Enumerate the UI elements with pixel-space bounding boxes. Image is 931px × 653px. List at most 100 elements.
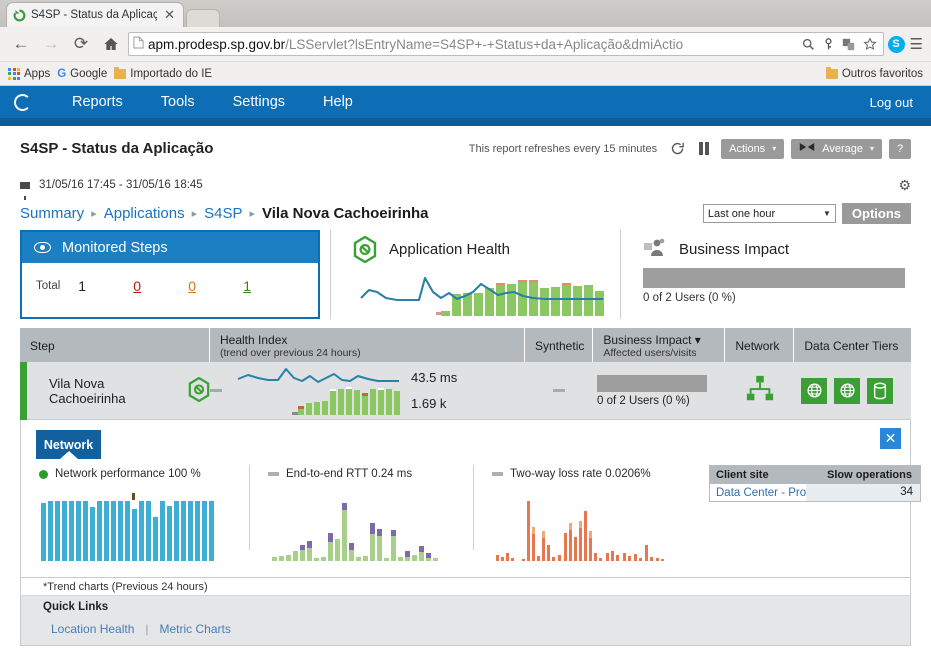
- client-site-row[interactable]: Data Center - Pro... 34: [710, 484, 920, 501]
- tab-strip: S4SP - Status da Aplicaçã ✕: [0, 0, 931, 27]
- reload-button[interactable]: ⟳: [68, 31, 94, 57]
- close-panel-button[interactable]: ✕: [880, 428, 901, 449]
- row-health-sparkline: [237, 367, 400, 415]
- new-tab-button[interactable]: [186, 9, 220, 27]
- help-button[interactable]: ?: [889, 138, 911, 159]
- cell-network[interactable]: [725, 362, 794, 420]
- apps-grid-icon: [8, 67, 20, 80]
- extension-icon[interactable]: [840, 38, 857, 51]
- nav-help[interactable]: Help: [304, 86, 372, 118]
- breadcrumb-current: Vila Nova Cachoeirinha: [262, 205, 429, 222]
- options-button[interactable]: Options: [841, 203, 911, 224]
- metric-rtt: End-to-end RTT 0.24 ms: [249, 465, 473, 561]
- close-icon[interactable]: ✕: [162, 7, 177, 23]
- actions-button[interactable]: Actions ▾: [721, 138, 785, 159]
- database-icon[interactable]: [867, 377, 893, 404]
- page-title: S4SP - Status da Aplicação: [20, 140, 214, 157]
- cell-data-center-tiers: [794, 362, 911, 420]
- google-g-icon: G: [57, 67, 67, 80]
- quick-links-separator: |: [145, 622, 149, 636]
- google-bookmark[interactable]: G Google: [57, 68, 107, 80]
- column-health-label: Health Index: [220, 332, 288, 347]
- filter-funnel-icon[interactable]: [20, 181, 30, 200]
- ok-count[interactable]: 1: [243, 278, 298, 294]
- app-logo-icon: [14, 93, 31, 111]
- business-impact-header: Business Impact: [643, 230, 911, 268]
- client-site-name[interactable]: Data Center - Pro...: [710, 487, 806, 499]
- application-health-chart: [353, 268, 620, 319]
- importado-bookmark-folder[interactable]: Importado do IE: [114, 66, 212, 80]
- warning-count[interactable]: 0: [188, 278, 243, 294]
- tab-title: S4SP - Status da Aplicaçã: [31, 9, 158, 21]
- business-impact-title: Business Impact: [679, 240, 790, 258]
- network-detail-panel: Network ✕ Network performance 100 % End-…: [20, 420, 921, 578]
- column-health-index[interactable]: Health Index (trend over previous 24 hou…: [210, 328, 525, 362]
- cell-health-index: 43.5 ms 1.69 k: [210, 362, 525, 420]
- business-impact-card: Business Impact 0 of 2 Users (0 %): [620, 230, 911, 319]
- column-synthetic[interactable]: Synthetic: [525, 328, 594, 362]
- forward-button[interactable]: →: [38, 31, 64, 57]
- nav-settings[interactable]: Settings: [214, 86, 304, 118]
- table-row[interactable]: Vila Nova Cachoeirinha 43.5 ms 1.69 k 0 …: [20, 361, 911, 420]
- globe-icon[interactable]: [801, 377, 827, 404]
- quick-link-metric-charts[interactable]: Metric Charts: [160, 622, 231, 636]
- home-button[interactable]: [98, 31, 124, 57]
- table-header-row: Step Health Index (trend over previous 2…: [20, 328, 911, 362]
- time-range-select[interactable]: Last one hour ▼: [702, 204, 836, 223]
- quick-link-location-health[interactable]: Location Health: [51, 622, 134, 636]
- quick-links-section: Quick Links Location Health | Metric Cha…: [20, 595, 911, 646]
- status-dot-icon: [39, 469, 48, 479]
- breadcrumb-controls: Last one hour ▼ Options: [702, 203, 911, 224]
- critical-count[interactable]: 0: [133, 278, 188, 294]
- back-button[interactable]: ←: [8, 31, 34, 57]
- breadcrumb-summary[interactable]: Summary: [20, 205, 84, 222]
- google-label: Google: [70, 67, 108, 80]
- refresh-icon[interactable]: [667, 139, 687, 159]
- network-panel-tab[interactable]: Network: [36, 430, 101, 459]
- nav-accent-bar: [0, 118, 931, 126]
- client-site-table: Client site Slow operations Data Center …: [701, 465, 931, 550]
- loss-rate-chart: [492, 493, 687, 564]
- logout-link[interactable]: Log out: [870, 95, 917, 110]
- total-count: 1: [78, 278, 87, 294]
- column-data-center-tiers[interactable]: Data Center Tiers: [794, 328, 911, 362]
- report-header: S4SP - Status da Aplicação This report r…: [0, 126, 931, 171]
- browser-menu-icon[interactable]: ☰: [910, 35, 923, 53]
- summary-cards: Monitored Steps Total 1 0 0 1 Applicatio…: [0, 230, 931, 319]
- folder-icon: [114, 66, 127, 79]
- health-hexagon-icon: [353, 235, 377, 263]
- globe-icon[interactable]: [834, 377, 860, 404]
- column-network[interactable]: Network: [725, 328, 795, 362]
- nav-tools[interactable]: Tools: [142, 86, 214, 118]
- date-range-label: 31/05/16 17:45 - 31/05/16 18:45: [39, 179, 203, 191]
- application-health-header: Application Health: [353, 230, 620, 268]
- step-name[interactable]: Vila Nova Cachoeirinha: [49, 376, 172, 406]
- apps-shortcut[interactable]: Apps: [8, 67, 50, 80]
- nav-reports[interactable]: Reports: [53, 86, 142, 118]
- monitored-steps-title: Monitored Steps: [62, 239, 168, 256]
- chevron-down-icon: ▾: [869, 144, 874, 153]
- monitored-steps-body: Total 1 0 0 1: [22, 263, 318, 309]
- breadcrumb-s4sp[interactable]: S4SP: [204, 205, 242, 222]
- dash-marker-icon: [268, 472, 279, 476]
- column-step[interactable]: Step: [20, 328, 210, 362]
- key-icon[interactable]: [821, 37, 836, 51]
- response-time-value: 43.5 ms: [411, 370, 458, 385]
- rtt-label: End-to-end RTT 0.24 ms: [286, 468, 413, 480]
- slow-operations-col-label: Slow operations: [827, 469, 912, 481]
- users-icon: [643, 238, 667, 261]
- address-bar[interactable]: apm.prodesp.sp.gov.br/LSServlet?lsEntryN…: [128, 32, 884, 56]
- average-button[interactable]: Average ▾: [791, 138, 882, 159]
- column-business-impact[interactable]: Business Impact ▾ Affected users/visits: [593, 328, 726, 362]
- skype-icon[interactable]: S: [887, 35, 905, 53]
- search-icon[interactable]: [800, 38, 817, 51]
- network-performance-label-row: Network performance 100 %: [39, 465, 235, 483]
- browser-tab[interactable]: S4SP - Status da Aplicaçã ✕: [6, 2, 184, 27]
- pause-icon[interactable]: [694, 139, 714, 159]
- network-topology-icon[interactable]: [745, 374, 775, 407]
- other-bookmarks-folder[interactable]: Outros favoritos: [825, 66, 923, 80]
- gear-icon[interactable]: ⚙: [898, 177, 911, 194]
- star-icon[interactable]: [861, 37, 879, 51]
- steps-table: Step Health Index (trend over previous 2…: [0, 328, 931, 420]
- breadcrumb-applications[interactable]: Applications: [104, 205, 185, 222]
